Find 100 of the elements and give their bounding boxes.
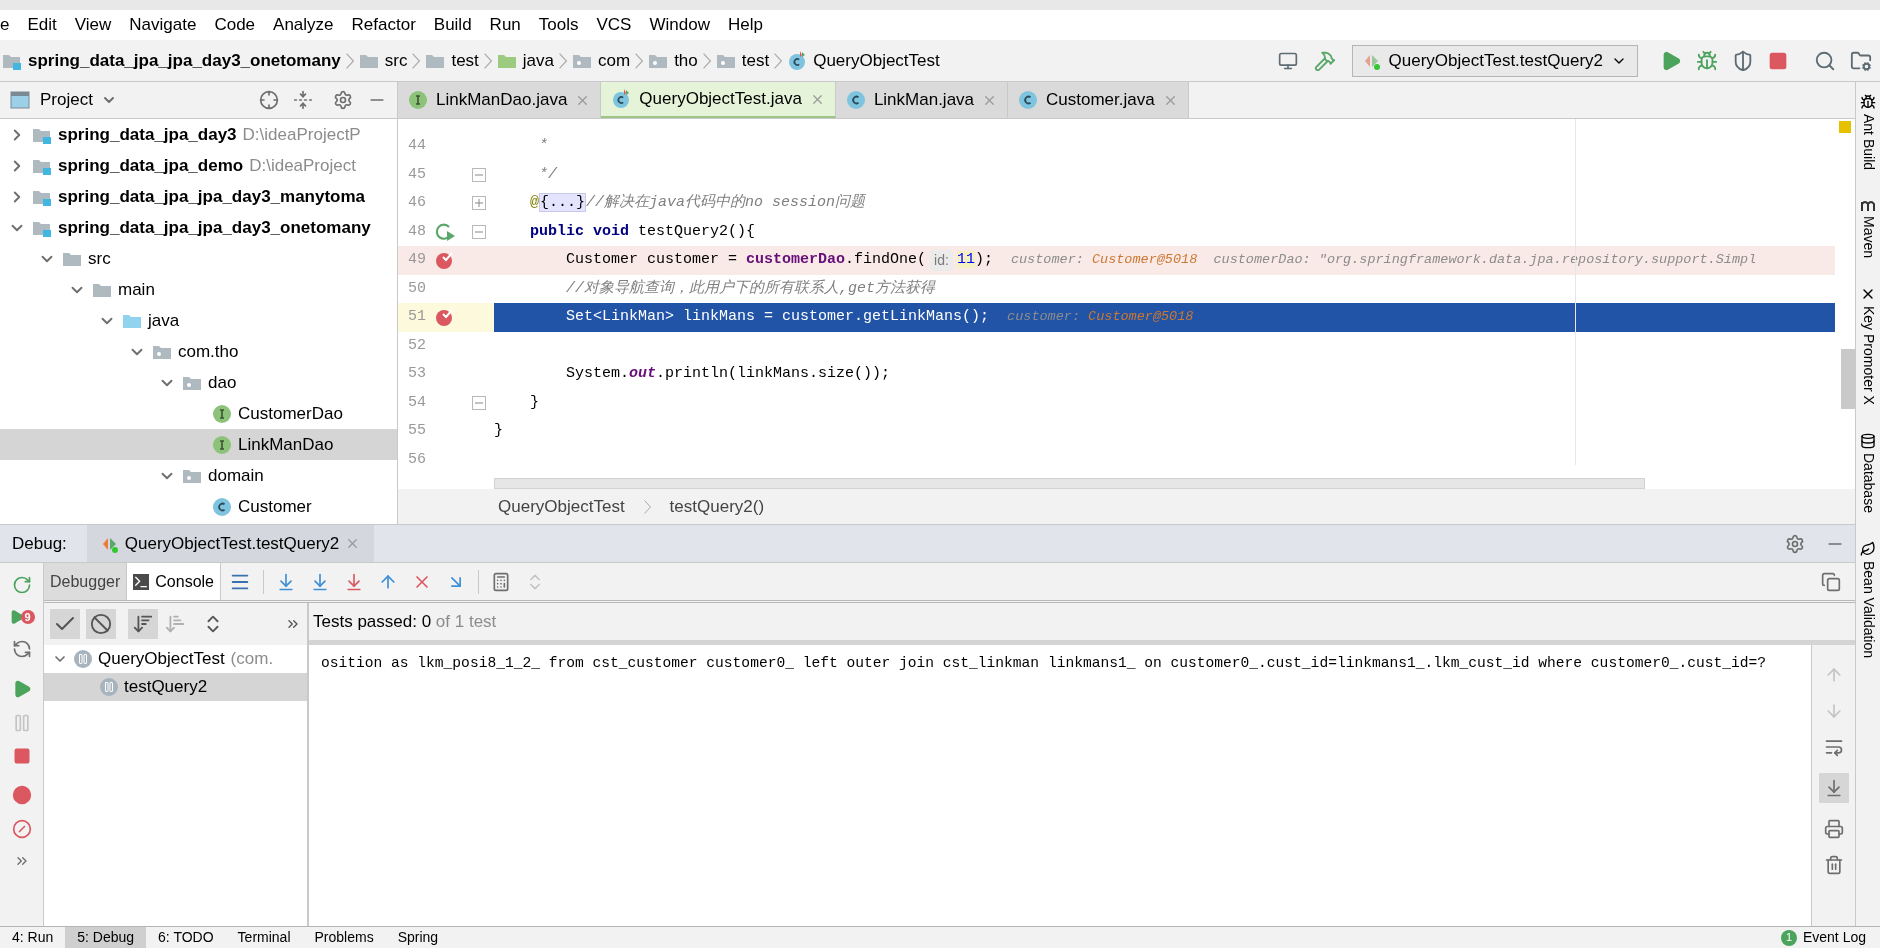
tool-window-button[interactable]: 5: Debug — [65, 927, 147, 948]
tool-window-button[interactable]: Problems — [302, 927, 386, 948]
mute-breakpoints-icon[interactable] — [11, 819, 32, 839]
project-structure-icon[interactable] — [1850, 49, 1872, 72]
tree-item[interactable]: java — [0, 305, 397, 336]
run-test-icon[interactable] — [434, 221, 456, 242]
soft-wrap-icon[interactable] — [1823, 737, 1844, 757]
menu-item[interactable]: Help — [718, 10, 772, 40]
editor-tab[interactable]: LinkManDao.java — [398, 82, 602, 118]
locate-icon[interactable] — [259, 90, 279, 110]
tree-item[interactable]: main — [0, 274, 397, 305]
cancel-icon[interactable] — [86, 609, 116, 639]
tree-item[interactable]: CustomerDao — [0, 398, 397, 429]
fold-icon[interactable] — [472, 224, 486, 239]
breadcrumb-item[interactable]: test — [425, 47, 479, 74]
breadcrumb-item[interactable]: QueryObjectTest — [787, 47, 940, 74]
menu-item[interactable]: Navigate — [120, 10, 206, 40]
breakpoint-icon[interactable] — [435, 307, 455, 328]
print-icon[interactable] — [1823, 819, 1844, 839]
tool-window-button[interactable]: Database — [1857, 432, 1879, 513]
breadcrumb-item[interactable]: QueryObjectTest — [498, 493, 625, 520]
tree-item[interactable]: LinkManDao — [0, 429, 397, 460]
separator-icon — [702, 52, 711, 69]
stop-icon[interactable] — [1768, 50, 1788, 71]
force-step-into-icon[interactable] — [344, 571, 364, 592]
tool-window-button[interactable]: Maven — [1857, 198, 1879, 259]
collapse-all-icon[interactable] — [293, 90, 313, 110]
menu-item[interactable]: Build — [424, 10, 481, 40]
tree-item[interactable]: com.tho — [0, 336, 397, 367]
debug-subtab[interactable]: Debugger — [44, 563, 128, 600]
breakpoint-icon[interactable] — [435, 250, 455, 271]
test-tree-item[interactable]: testQuery2 — [44, 673, 307, 701]
settings-icon[interactable] — [1785, 533, 1805, 554]
expand-fold-icon[interactable] — [472, 196, 486, 211]
editor-tab[interactable]: QueryObjectTest.java — [601, 82, 836, 118]
tool-window-button[interactable]: Key Promoter X — [1857, 286, 1879, 405]
sort-alphabetically-icon[interactable] — [128, 609, 158, 639]
restore-icon[interactable] — [1821, 571, 1841, 592]
debug-subtab[interactable]: Console — [127, 563, 221, 600]
breadcrumb-item[interactable]: com — [572, 47, 631, 74]
horizontal-scrollbar[interactable] — [494, 478, 1645, 489]
tool-window-button[interactable]: 6: TODO — [146, 927, 226, 948]
evaluate-icon[interactable] — [491, 571, 511, 592]
vertical-scrollbar[interactable] — [1841, 349, 1855, 409]
tool-window-button[interactable]: 4: Run — [0, 927, 66, 948]
menu-item[interactable]: Window — [640, 10, 719, 40]
tool-window-button[interactable]: Bean Validation — [1857, 540, 1879, 658]
breadcrumb-item[interactable]: src — [358, 47, 408, 74]
check-icon[interactable] — [50, 609, 80, 639]
tree-item[interactable]: spring_data_jpa_jpa_day3_onetomany — [0, 212, 397, 243]
stop-icon[interactable] — [12, 747, 31, 765]
tree-item[interactable]: spring_data_jpa_day3 D:\ideaProjectP — [0, 119, 397, 150]
run-window-icon[interactable] — [1277, 50, 1298, 71]
menu-item[interactable]: Edit — [18, 10, 66, 40]
maven-icon — [1860, 198, 1876, 213]
fold-icon[interactable] — [472, 395, 486, 410]
delete-icon[interactable] — [1823, 855, 1844, 875]
step-over-icon[interactable] — [276, 571, 296, 592]
menu-item[interactable]: Code — [205, 10, 265, 40]
search-icon[interactable] — [1814, 49, 1836, 72]
rerun-icon[interactable] — [11, 575, 32, 595]
tool-window-button[interactable]: Terminal — [225, 927, 303, 948]
menu-item[interactable]: VCS — [587, 10, 641, 40]
tool-window-button[interactable]: Spring — [385, 927, 451, 948]
breadcrumb-item[interactable]: test — [715, 47, 770, 74]
sort-by-duration-icon[interactable] — [164, 613, 186, 635]
tree-item[interactable]: Customer — [0, 491, 397, 522]
tree-item[interactable]: dao — [0, 367, 397, 398]
debug-session-tab[interactable]: QueryObjectTest.testQuery2 — [86, 525, 375, 562]
menu-item[interactable]: View — [65, 10, 121, 40]
event-log-button[interactable]: 1 Event Log — [1766, 927, 1880, 948]
run-configuration-dropdown[interactable]: QueryObjectTest.testQuery2 — [1351, 44, 1638, 77]
tree-item[interactable]: src — [0, 243, 397, 274]
menu-item[interactable]: Refactor — [342, 10, 425, 40]
breadcrumb-item[interactable]: spring_data_jpa_jpa_day3_onetomany — [2, 47, 341, 74]
menu-item[interactable]: Analyze — [264, 10, 343, 40]
breadcrumb-item[interactable]: java — [496, 47, 554, 74]
tree-item[interactable]: spring_data_jpa_demo D:\ideaProject — [0, 150, 397, 181]
breadcrumb-item[interactable]: tho — [648, 47, 698, 74]
test-tree-item[interactable]: QueryObjectTest (com. — [44, 645, 307, 673]
settings-icon[interactable] — [333, 90, 353, 110]
menu-item[interactable]: Tools — [529, 10, 588, 40]
restore-layout-icon[interactable] — [11, 639, 32, 659]
menu-item[interactable]: e — [0, 10, 19, 40]
editor-tab[interactable]: LinkMan.java — [835, 82, 1009, 118]
tree-item[interactable]: spring_data_jpa_jpa_day3_manytoma — [0, 181, 397, 212]
coverage-icon[interactable] — [1732, 49, 1754, 72]
fold-icon[interactable] — [472, 167, 486, 182]
item-label: main — [118, 278, 155, 301]
build-icon[interactable] — [1313, 49, 1336, 72]
breakpoints-icon[interactable] — [11, 785, 32, 805]
debug-icon[interactable] — [1696, 49, 1718, 72]
tree-item[interactable]: domain — [0, 460, 397, 491]
breadcrumb-item[interactable]: testQuery2() — [669, 493, 765, 520]
editor-tab[interactable]: Customer.java — [1008, 82, 1189, 118]
step-into-icon[interactable] — [310, 571, 330, 592]
menu-item[interactable]: Run — [480, 10, 530, 40]
view-dropdown[interactable]: Project — [40, 87, 117, 113]
tool-window-button[interactable]: Ant Build — [1857, 94, 1879, 171]
scroll-to-end-icon[interactable] — [1818, 773, 1849, 803]
